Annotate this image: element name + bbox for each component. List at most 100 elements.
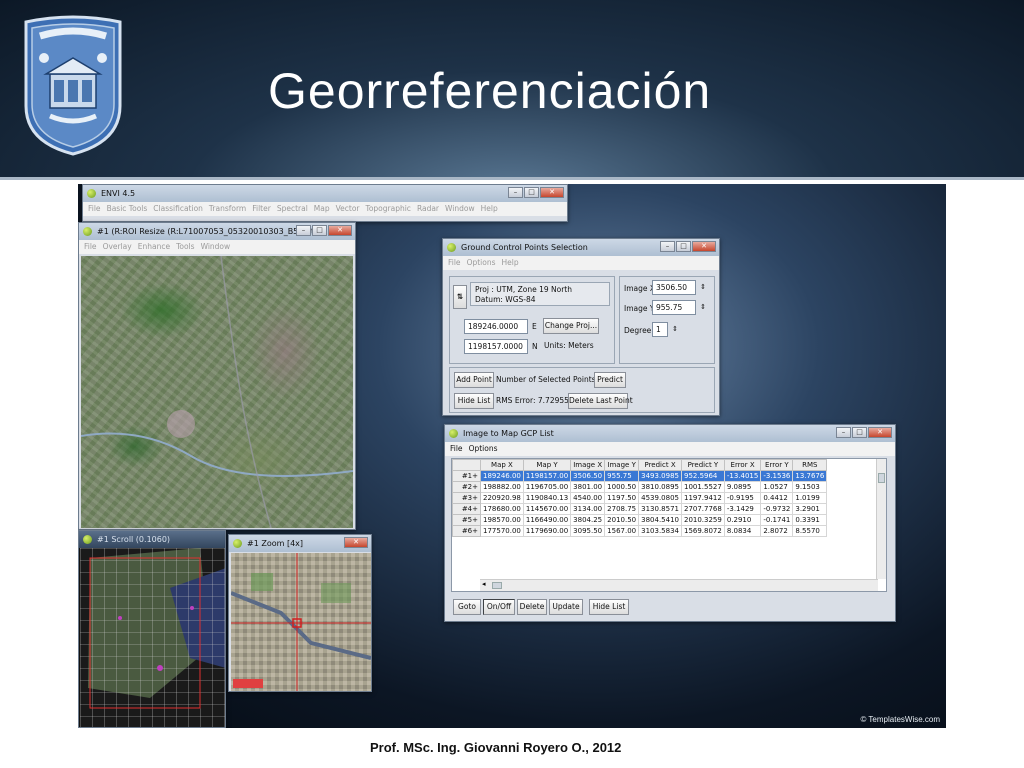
- table-cell[interactable]: 8.5570: [792, 525, 828, 537]
- satellite-image[interactable]: [80, 255, 354, 529]
- close-icon[interactable]: ✕: [328, 225, 352, 236]
- table-cell[interactable]: 189246.00: [480, 470, 524, 482]
- row-id[interactable]: #6+: [452, 525, 481, 537]
- table-cell[interactable]: 1179690.00: [522, 525, 572, 537]
- table-cell[interactable]: 1.0527: [760, 481, 794, 493]
- table-cell[interactable]: 1567.00: [604, 525, 640, 537]
- table-cell[interactable]: 1166490.00: [522, 514, 572, 526]
- minimize-icon[interactable]: –: [660, 241, 675, 252]
- menu-basic-tools[interactable]: Basic Tools: [107, 204, 148, 213]
- update-button[interactable]: Update: [549, 599, 583, 615]
- column-header[interactable]: Predict X: [638, 459, 682, 471]
- menu-file[interactable]: File: [448, 258, 461, 267]
- onoff-button[interactable]: On/Off: [483, 599, 515, 615]
- row-id[interactable]: #5+: [452, 514, 481, 526]
- table-cell[interactable]: 13.7676: [792, 470, 828, 482]
- menu-options[interactable]: Options: [469, 444, 498, 453]
- degree-field[interactable]: 1: [652, 322, 668, 337]
- menu-file[interactable]: File: [450, 444, 463, 453]
- table-cell[interactable]: 4539.0805: [638, 492, 682, 504]
- table-row[interactable]: #6+ 177570.00 1179690.00 3095.50 1567.00 3103…: [452, 525, 828, 537]
- table-cell[interactable]: 1000.50: [604, 481, 640, 493]
- table-cell[interactable]: 1001.5527: [680, 481, 725, 493]
- column-header[interactable]: Map X: [480, 459, 524, 471]
- menu-enhance[interactable]: Enhance: [138, 242, 170, 251]
- predict-button[interactable]: Predict: [594, 372, 626, 388]
- scroll-left-icon[interactable]: ◂: [482, 580, 486, 588]
- table-cell[interactable]: 2708.75: [604, 503, 640, 515]
- table-cell[interactable]: 4540.00: [570, 492, 606, 504]
- vertical-scroll-thumb[interactable]: [878, 473, 885, 483]
- column-header[interactable]: Image X: [570, 459, 606, 471]
- delete-last-point-button[interactable]: Delete Last Point: [568, 393, 633, 409]
- row-id[interactable]: #3+: [452, 492, 481, 504]
- table-cell[interactable]: 3804.25: [570, 514, 606, 526]
- table-cell[interactable]: 3493.0985: [638, 470, 682, 482]
- menu-topographic[interactable]: Topographic: [366, 204, 411, 213]
- table-cell[interactable]: -0.9195: [723, 492, 762, 504]
- table-cell[interactable]: 0.4412: [760, 492, 794, 504]
- close-icon[interactable]: ✕: [868, 427, 892, 438]
- table-cell[interactable]: 1569.8072: [680, 525, 725, 537]
- minimize-icon[interactable]: –: [508, 187, 523, 198]
- row-id[interactable]: #4+: [452, 503, 481, 515]
- table-cell[interactable]: 2.8072: [760, 525, 794, 537]
- degree-spinner-icon[interactable]: ⇕: [670, 323, 680, 336]
- table-cell[interactable]: 3810.0895: [638, 481, 682, 493]
- table-cell[interactable]: 955.75: [604, 470, 640, 482]
- table-cell[interactable]: 1197.50: [604, 492, 640, 504]
- menu-filter[interactable]: Filter: [252, 204, 271, 213]
- menu-spectral[interactable]: Spectral: [277, 204, 308, 213]
- table-cell[interactable]: 1145670.00: [522, 503, 572, 515]
- menu-tools[interactable]: Tools: [176, 242, 194, 251]
- table-cell[interactable]: 0.2910: [723, 514, 762, 526]
- swap-coordinates-button[interactable]: ⇅: [453, 285, 467, 309]
- northing-field[interactable]: 1198157.0000: [464, 339, 528, 354]
- table-cell[interactable]: 9.1503: [792, 481, 828, 493]
- table-cell[interactable]: 3134.00: [570, 503, 606, 515]
- column-header[interactable]: Image Y: [604, 459, 640, 471]
- table-cell[interactable]: 2010.50: [604, 514, 640, 526]
- table-cell[interactable]: 1197.9412: [680, 492, 725, 504]
- maximize-icon[interactable]: □: [524, 187, 539, 198]
- table-cell[interactable]: -0.1741: [760, 514, 794, 526]
- table-cell[interactable]: -3.1429: [723, 503, 762, 515]
- hide-list-button[interactable]: Hide List: [589, 599, 629, 615]
- table-cell[interactable]: 1.0199: [792, 492, 828, 504]
- table-cell[interactable]: 952.5964: [680, 470, 725, 482]
- table-row[interactable]: #5+ 198570.00 1166490.00 3804.25 2010.50 3804…: [452, 514, 828, 526]
- menu-radar[interactable]: Radar: [417, 204, 439, 213]
- gcp-list-titlebar[interactable]: Image to Map GCP List – □ ✕: [445, 425, 895, 442]
- table-cell[interactable]: 3095.50: [570, 525, 606, 537]
- row-id[interactable]: #1+: [452, 470, 481, 482]
- row-id[interactable]: #2+: [452, 481, 481, 493]
- table-cell[interactable]: 3103.5834: [638, 525, 682, 537]
- table-cell[interactable]: 220920.98: [480, 492, 524, 504]
- table-cell[interactable]: 8.0834: [723, 525, 762, 537]
- column-header[interactable]: RMS: [792, 459, 828, 471]
- menu-options[interactable]: Options: [467, 258, 496, 267]
- envi-main-titlebar[interactable]: ENVI 4.5 – □ ✕: [83, 185, 567, 202]
- scroll-image-with-grid[interactable]: [80, 548, 226, 728]
- column-header[interactable]: Error X: [723, 459, 762, 471]
- table-row[interactable]: #2+ 198882.00 1196705.00 3801.00 1000.50 3810…: [452, 481, 828, 493]
- table-cell[interactable]: 2010.3259: [680, 514, 725, 526]
- menu-file[interactable]: File: [84, 242, 97, 251]
- menu-window[interactable]: Window: [201, 242, 231, 251]
- table-cell[interactable]: -3.1536: [760, 470, 794, 482]
- menu-help[interactable]: Help: [481, 204, 498, 213]
- gcp-selection-titlebar[interactable]: Ground Control Points Selection – □ ✕: [443, 239, 719, 256]
- zoom-window-titlebar[interactable]: #1 Zoom [4x] ✕: [229, 535, 371, 552]
- table-row[interactable]: #4+ 178680.00 1145670.00 3134.00 2708.75 3130…: [452, 503, 828, 515]
- table-cell[interactable]: 1196705.00: [522, 481, 572, 493]
- table-cell[interactable]: 198882.00: [480, 481, 524, 493]
- column-header[interactable]: Predict Y: [680, 459, 725, 471]
- table-row[interactable]: #1+ 189246.00 1198157.00 3506.50 955.75 3493.…: [452, 470, 828, 482]
- goto-button[interactable]: Goto: [453, 599, 481, 615]
- change-proj-button[interactable]: Change Proj...: [543, 318, 599, 334]
- table-cell[interactable]: 3.2901: [792, 503, 828, 515]
- table-cell[interactable]: 198570.00: [480, 514, 524, 526]
- minimize-icon[interactable]: –: [296, 225, 311, 236]
- close-icon[interactable]: ✕: [540, 187, 564, 198]
- table-cell[interactable]: 177570.00: [480, 525, 524, 537]
